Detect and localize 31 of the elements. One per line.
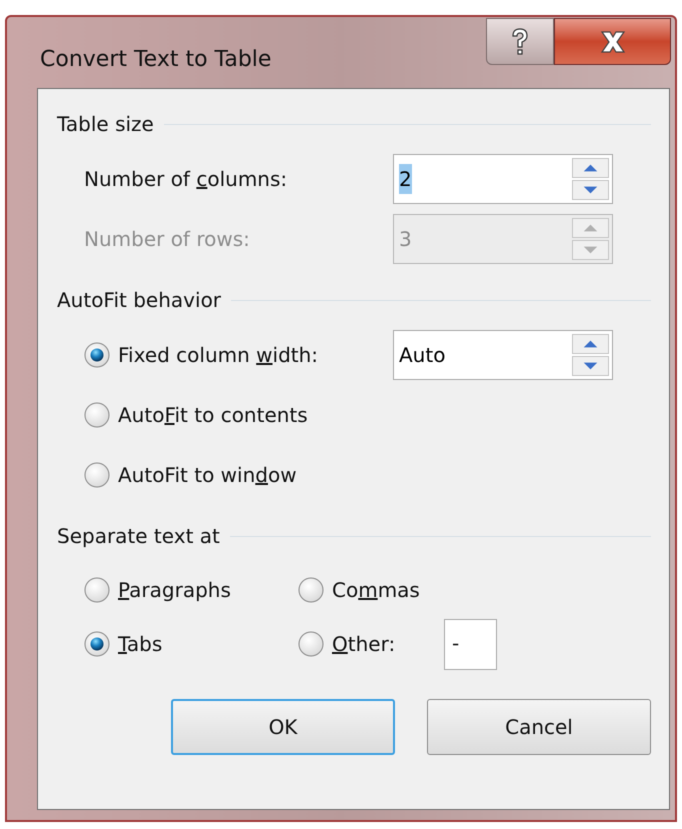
section-heading: Table size [57,111,154,138]
radio-button[interactable] [298,577,324,603]
close-button[interactable] [554,18,671,65]
radio-button[interactable] [84,631,110,657]
radio-button[interactable] [84,342,110,368]
cancel-button[interactable]: Cancel [427,699,651,755]
spin-down-icon[interactable] [572,180,609,200]
radio-button[interactable] [84,577,110,603]
option-label: Paragraphs [118,577,231,604]
radio-button[interactable] [84,402,110,428]
section-heading: AutoFit behavior [57,287,222,314]
window-title: Convert Text to Table [39,46,272,74]
option-label: Fixed column width: [118,342,320,369]
radio-button[interactable] [298,631,324,657]
option-label: Number of rows: [84,226,251,253]
section-heading: Separate text at [57,523,220,550]
spin-field[interactable]: 2 [393,154,613,204]
option-label: Tabs [118,631,162,658]
option-label: Other: [332,631,396,658]
radio-button[interactable] [84,462,110,488]
option-label: AutoFit to contents [118,402,308,429]
option-label: AutoFit to window [118,462,297,489]
spin-field[interactable]: Auto [393,330,613,380]
option-label: Number of columns: [84,166,288,193]
ok-button[interactable]: OK [171,699,395,755]
option-label: Commas [332,577,420,604]
spin-down-icon[interactable] [572,356,609,376]
spin-up-icon[interactable] [572,334,609,354]
help-button[interactable] [486,18,554,65]
spin-up-icon[interactable] [572,158,609,178]
input-field[interactable]: - [444,618,497,670]
